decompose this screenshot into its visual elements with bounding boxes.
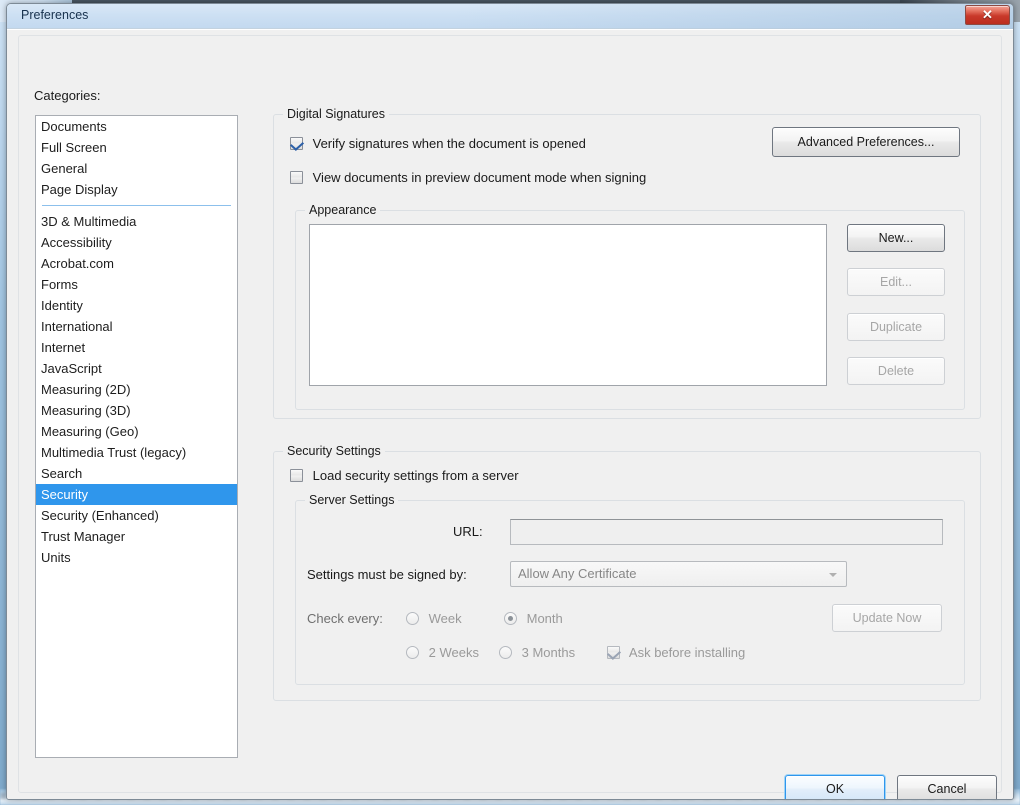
new-appearance-button[interactable]: New... [847, 224, 945, 252]
signed-by-select[interactable]: Allow Any Certificate [510, 561, 847, 587]
sidebar-item-search[interactable]: Search [36, 463, 237, 484]
sidebar-item-multimedia-trust[interactable]: Multimedia Trust (legacy) [36, 442, 237, 463]
preferences-dialog: Preferences ✕ Categories: Documents Full… [6, 3, 1014, 800]
check-every-label: Check every: [307, 611, 383, 626]
sidebar-item-3d-multimedia[interactable]: 3D & Multimedia [36, 211, 237, 232]
url-label: URL: [453, 524, 483, 539]
checkbox-unchecked-icon[interactable] [290, 171, 303, 184]
checkbox-checked-icon[interactable] [607, 646, 620, 659]
advanced-preferences-button[interactable]: Advanced Preferences... [772, 127, 960, 157]
radio-unchecked-icon[interactable] [406, 646, 419, 659]
checkbox-unchecked-icon[interactable] [290, 469, 303, 482]
sidebar-item-page-display[interactable]: Page Display [36, 179, 237, 200]
sidebar-item-units[interactable]: Units [36, 547, 237, 568]
edit-appearance-button: Edit... [847, 268, 945, 296]
url-input[interactable] [510, 519, 943, 545]
sidebar-item-internet[interactable]: Internet [36, 337, 237, 358]
sidebar-item-accessibility[interactable]: Accessibility [36, 232, 237, 253]
delete-appearance-button: Delete [847, 357, 945, 385]
preview-mode-label: View documents in preview document mode … [312, 170, 647, 185]
preview-mode-checkbox-row[interactable]: View documents in preview document mode … [290, 170, 646, 185]
signed-by-value: Allow Any Certificate [518, 566, 637, 581]
radio-month-label: Month [526, 611, 563, 626]
checkbox-checked-icon[interactable] [290, 137, 303, 150]
categories-divider [36, 200, 237, 211]
dialog-body: Categories: Documents Full Screen Genera… [7, 29, 1013, 799]
categories-label: Categories: [34, 88, 101, 103]
radio-3-months[interactable]: 3 Months [499, 645, 575, 660]
dialog-title: Preferences [21, 8, 89, 22]
sidebar-item-full-screen[interactable]: Full Screen [36, 137, 237, 158]
radio-2-weeks-label: 2 Weeks [428, 645, 479, 660]
dialog-titlebar[interactable]: Preferences ✕ [7, 4, 1013, 29]
sidebar-item-general[interactable]: General [36, 158, 237, 179]
cancel-button[interactable]: Cancel [897, 775, 997, 799]
sidebar-item-identity[interactable]: Identity [36, 295, 237, 316]
categories-list[interactable]: Documents Full Screen General Page Displ… [35, 115, 238, 758]
radio-month[interactable]: Month [504, 611, 563, 626]
digital-signatures-title: Digital Signatures [283, 107, 389, 121]
appearance-title: Appearance [305, 203, 381, 217]
radio-checked-icon[interactable] [504, 612, 517, 625]
radio-2-weeks[interactable]: 2 Weeks [406, 645, 479, 660]
radio-3-months-label: 3 Months [521, 645, 576, 660]
server-settings-title: Server Settings [305, 493, 399, 507]
appearance-listbox[interactable] [309, 224, 827, 386]
sidebar-item-international[interactable]: International [36, 316, 237, 337]
titlebar-gloss [453, 4, 1013, 29]
radio-week-label: Week [428, 611, 462, 626]
ask-before-installing-checkbox-row[interactable]: Ask before installing [607, 645, 745, 660]
sidebar-item-trust-manager[interactable]: Trust Manager [36, 526, 237, 547]
sidebar-item-documents[interactable]: Documents [36, 116, 237, 137]
close-icon: ✕ [982, 7, 993, 22]
ask-before-installing-label: Ask before installing [628, 645, 746, 660]
duplicate-appearance-button: Duplicate [847, 313, 945, 341]
radio-unchecked-icon[interactable] [406, 612, 419, 625]
sidebar-item-measuring-2d[interactable]: Measuring (2D) [36, 379, 237, 400]
update-now-button: Update Now [832, 604, 942, 632]
verify-signatures-label: Verify signatures when the document is o… [312, 136, 586, 151]
sidebar-item-measuring-3d[interactable]: Measuring (3D) [36, 400, 237, 421]
radio-week[interactable]: Week [406, 611, 462, 626]
sidebar-item-acrobat-com[interactable]: Acrobat.com [36, 253, 237, 274]
ok-button[interactable]: OK [785, 775, 885, 799]
load-security-settings-label: Load security settings from a server [312, 468, 519, 483]
sidebar-item-security-enhanced[interactable]: Security (Enhanced) [36, 505, 237, 526]
sidebar-item-measuring-geo[interactable]: Measuring (Geo) [36, 421, 237, 442]
sidebar-item-javascript[interactable]: JavaScript [36, 358, 237, 379]
radio-unchecked-icon[interactable] [499, 646, 512, 659]
close-button[interactable]: ✕ [965, 5, 1010, 25]
sidebar-item-security[interactable]: Security [36, 484, 237, 505]
verify-signatures-checkbox-row[interactable]: Verify signatures when the document is o… [290, 136, 586, 151]
chevron-down-icon [829, 573, 837, 577]
security-settings-title: Security Settings [283, 444, 385, 458]
signed-by-label: Settings must be signed by: [307, 567, 467, 582]
sidebar-item-forms[interactable]: Forms [36, 274, 237, 295]
load-security-settings-checkbox-row[interactable]: Load security settings from a server [290, 468, 519, 483]
